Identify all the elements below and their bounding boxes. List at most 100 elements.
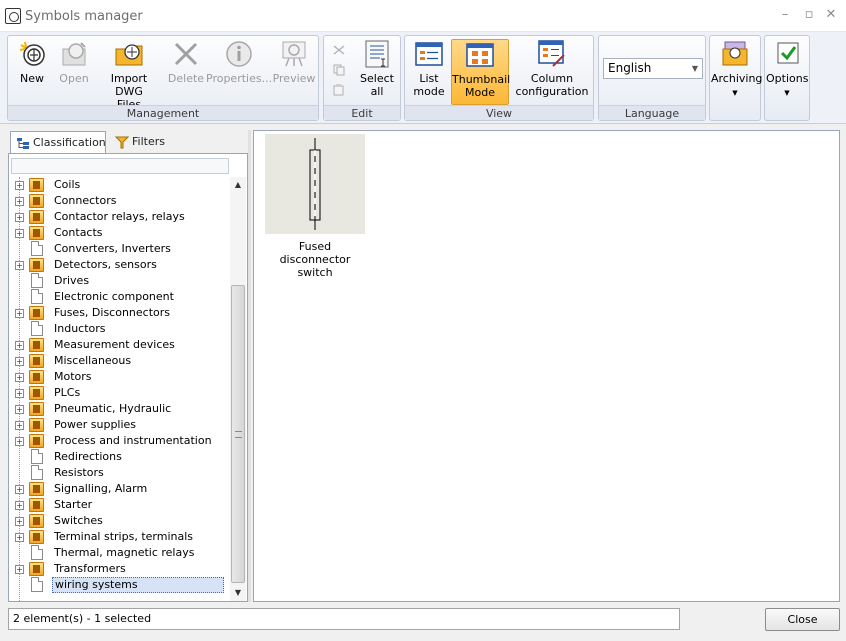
copy-icon[interactable] (332, 64, 346, 76)
tab-classification[interactable]: Classification (10, 131, 106, 154)
thumbnail-mode-label-1: Thumbnail (452, 73, 511, 86)
tree-item[interactable]: Electronic component (9, 289, 231, 305)
archiving-group: Archiving ▼ (709, 35, 762, 121)
column-config-icon (538, 40, 565, 67)
app-icon (5, 8, 21, 24)
tree-item-label: Process and instrumentation (54, 434, 212, 447)
tree-item[interactable]: + Transformers (9, 561, 231, 577)
view-group-label: View (405, 105, 593, 120)
panel-splitter[interactable] (248, 130, 251, 602)
tree-item[interactable]: + Contacts (9, 225, 231, 241)
maximize-button[interactable]: ▫ (800, 6, 818, 24)
scrollbar-thumb[interactable] (231, 285, 245, 583)
tree-scrollbar[interactable]: ▲ ▼ (230, 177, 246, 601)
open-button[interactable]: Open (56, 39, 92, 105)
list-mode-icon (415, 42, 443, 66)
archiving-button[interactable]: Archiving ▼ (711, 39, 762, 105)
tree-item[interactable]: + Starter (9, 497, 231, 513)
import-folder-icon (115, 44, 143, 66)
expand-plus-icon[interactable]: + (15, 309, 24, 318)
minimize-button[interactable]: – (776, 6, 794, 24)
tree-item[interactable]: Drives (9, 273, 231, 289)
tree-item[interactable]: + Signalling, Alarm (9, 481, 231, 497)
tree-item[interactable]: + Process and instrumentation (9, 433, 231, 449)
expand-plus-icon[interactable]: + (15, 373, 24, 382)
archiving-dropdown-icon: ▼ (732, 89, 738, 97)
close-window-button[interactable]: ✕ (822, 6, 840, 24)
management-group: New Open Import DWG Files Delete (7, 35, 319, 121)
options-dropdown-icon: ▼ (784, 89, 790, 97)
expand-plus-icon[interactable]: + (15, 213, 24, 222)
expand-plus-icon[interactable]: + (15, 389, 24, 398)
properties-button[interactable]: Properties... (206, 39, 272, 105)
expand-plus-icon[interactable]: + (15, 485, 24, 494)
new-button[interactable]: New (12, 39, 52, 105)
expand-plus-icon[interactable]: + (15, 437, 24, 446)
chevron-down-icon: ▼ (691, 64, 698, 73)
list-mode-button[interactable]: List mode (409, 39, 449, 105)
tree-item[interactable]: + Connectors (9, 193, 231, 209)
tree-item[interactable]: + Measurement devices (9, 337, 231, 353)
preview-label: Preview (272, 72, 316, 85)
expand-plus-icon[interactable]: + (15, 357, 24, 366)
expand-plus-icon[interactable]: + (15, 341, 24, 350)
tree-filter-bar[interactable] (11, 158, 229, 174)
select-all-button[interactable]: Select all (356, 39, 398, 105)
tree-item[interactable]: + Power supplies (9, 417, 231, 433)
tree-item[interactable]: wiring systems (9, 577, 231, 593)
column-config-label-1: Column (530, 72, 574, 85)
expand-plus-icon[interactable]: + (15, 405, 24, 414)
tree-item-label: Switches (54, 514, 103, 527)
new-symbol-icon (19, 41, 45, 66)
expand-plus-icon[interactable]: + (15, 197, 24, 206)
expand-plus-icon[interactable]: + (15, 229, 24, 238)
cut-icon[interactable] (332, 44, 346, 56)
expand-plus-icon[interactable]: + (15, 261, 24, 270)
tree-item[interactable]: + Pneumatic, Hydraulic (9, 401, 231, 417)
tree-item[interactable]: + PLCs (9, 385, 231, 401)
tab-filters[interactable]: Filters (110, 131, 180, 154)
expand-plus-icon[interactable]: + (15, 565, 24, 574)
title-bar: Symbols manager – ▫ ✕ (0, 0, 846, 32)
options-button[interactable]: Options ▼ (766, 39, 808, 105)
tree-item[interactable]: + Terminal strips, terminals (9, 529, 231, 545)
document-icon (31, 289, 43, 304)
tree-item[interactable]: + Fuses, Disconnectors (9, 305, 231, 321)
tree-item[interactable]: Resistors (9, 465, 231, 481)
language-select[interactable]: English ▼ (603, 58, 703, 79)
thumbnail-mode-button[interactable]: Thumbnail Mode (451, 39, 511, 105)
tree-item[interactable]: Converters, Inverters (9, 241, 231, 257)
tree-item[interactable]: Thermal, magnetic relays (9, 545, 231, 561)
expand-plus-icon[interactable]: + (15, 421, 24, 430)
tree-item-label: wiring systems (52, 577, 224, 593)
tree-item-label: Resistors (54, 466, 104, 479)
tree-item[interactable]: Inductors (9, 321, 231, 337)
expand-plus-icon[interactable]: + (15, 181, 24, 190)
import-dwg-button[interactable]: Import DWG Files (96, 39, 162, 111)
tree-item-label: Drives (54, 274, 90, 287)
tree-item[interactable]: + Switches (9, 513, 231, 529)
tree-item[interactable]: + Miscellaneous (9, 353, 231, 369)
delete-label: Delete (167, 72, 205, 85)
tree-item-label: Connectors (54, 194, 117, 207)
tree-item-label: Motors (54, 370, 92, 383)
tree-item[interactable]: Redirections (9, 449, 231, 465)
symbol-thumbnail[interactable]: Fused disconnector switch (265, 134, 365, 279)
preview-button[interactable]: Preview (272, 39, 316, 105)
tree-item[interactable]: + Coils (9, 177, 231, 193)
scroll-up-arrow-icon[interactable]: ▲ (230, 177, 246, 193)
close-button[interactable]: Close (765, 608, 840, 631)
expand-plus-icon[interactable]: + (15, 501, 24, 510)
expand-plus-icon[interactable]: + (15, 517, 24, 526)
category-folder-icon (29, 386, 44, 400)
scroll-down-arrow-icon[interactable]: ▼ (230, 585, 246, 601)
paste-icon[interactable] (332, 84, 346, 96)
tree-item[interactable]: + Contactor relays, relays (9, 209, 231, 225)
tree-item[interactable]: + Detectors, sensors (9, 257, 231, 273)
status-text: 2 element(s) - 1 selected (13, 612, 152, 625)
delete-button[interactable]: Delete (166, 39, 206, 105)
expand-plus-icon[interactable]: + (15, 533, 24, 542)
tree-item-label: Measurement devices (54, 338, 175, 351)
tree-item[interactable]: + Motors (9, 369, 231, 385)
column-configuration-button[interactable]: Column configuration (513, 39, 591, 105)
